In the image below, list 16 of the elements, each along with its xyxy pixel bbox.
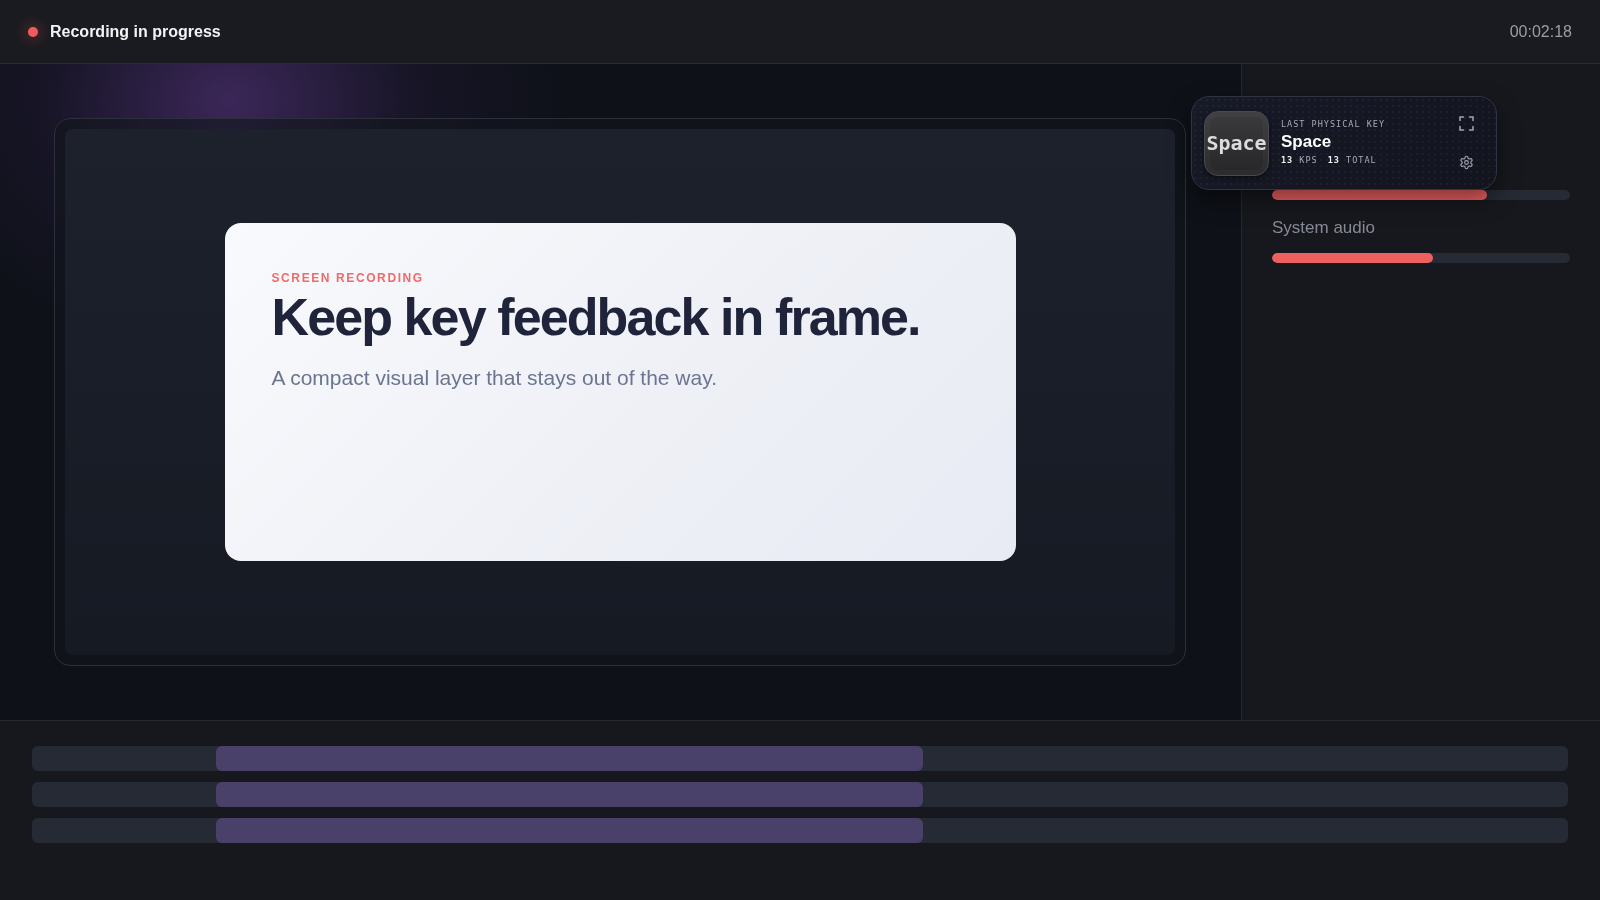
timeline-clip[interactable] xyxy=(216,746,923,771)
eyebrow-label: SCREEN RECORDING xyxy=(271,271,425,285)
meter-label: System audio xyxy=(1272,217,1376,238)
settings-icon[interactable] xyxy=(1459,155,1474,170)
keycap: Space xyxy=(1204,110,1269,176)
subtitle: A compact visual layer that stays out of the way. xyxy=(271,365,718,391)
key-name: Space xyxy=(1281,131,1333,153)
key-stat: 13 TOTAL xyxy=(1327,155,1377,165)
overlay-caption: LAST PHYSICAL KEY xyxy=(1281,119,1386,129)
timeline-clip[interactable] xyxy=(216,782,923,807)
fullscreen-icon[interactable] xyxy=(1459,116,1474,131)
elapsed-time: 00:02:18 xyxy=(1509,22,1572,41)
recording-status: Recording in progress xyxy=(50,22,221,41)
key-stat: 13 KPS xyxy=(1281,155,1318,165)
timeline-clip[interactable] xyxy=(216,818,923,843)
headline: Keep key feedback in frame. xyxy=(271,288,921,346)
